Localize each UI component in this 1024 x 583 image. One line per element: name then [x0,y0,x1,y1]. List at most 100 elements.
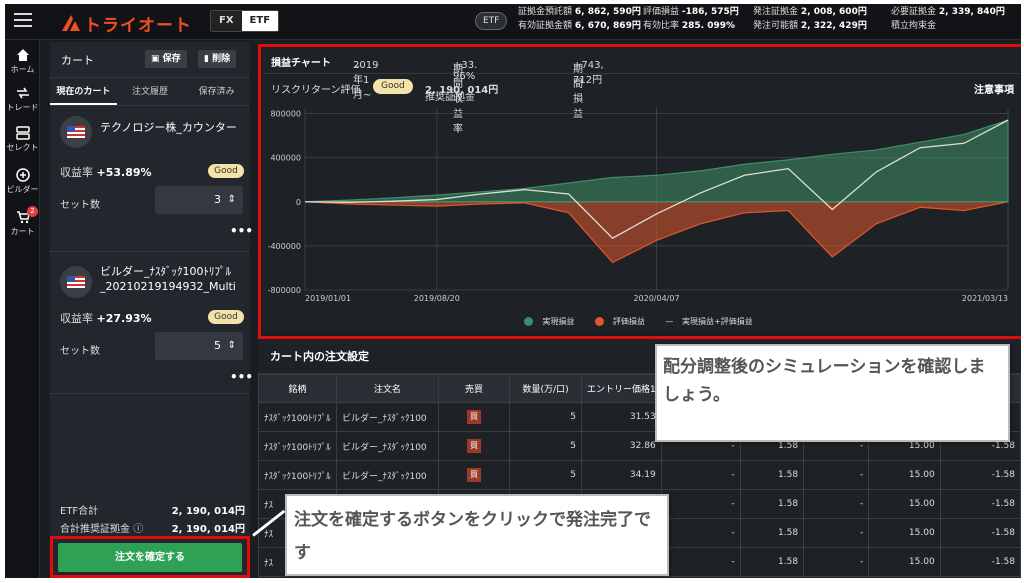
market-switch: FX ETF [210,10,280,32]
cart-item: ビルダー_ﾅｽﾀﾞｯｸ100ﾄﾘﾌﾟﾙ _20210219194932_Multi… [50,252,253,394]
good-badge: Good [208,310,244,324]
stat-value: 2, 322, 429円 [800,21,867,31]
rate-value: +27.93% [96,312,152,325]
save-button[interactable]: ▣ 保存 [145,50,187,68]
stat-item: 有効証拠金額 6, 670, 869円 [518,19,643,33]
buy-badge: 買 [467,468,482,482]
stat-item: 証拠金預託額 6, 862, 590円 [518,5,643,19]
table-cell: 32.86 [580,431,662,461]
nav-label: トレード [6,103,39,112]
app-window: トライオート FX ETF ETF 証拠金預託額 6, 862, 590円 評価… [5,4,1021,578]
table-cell: 買 [437,431,511,461]
cart-header: カート ▣ 保存 ▮ 削除 [50,42,250,78]
table-cell: 1.58 [739,547,805,577]
tab-current-cart[interactable]: 現在のカート [50,78,117,105]
table-cell: ビルダー_ﾅｽﾀﾞｯｸ100 [335,460,439,490]
delete-label: 削除 [212,54,231,64]
table-cell: 買 [437,460,511,490]
etf-total-value: 2, 190, 014円 [171,506,245,517]
stat-value: -186, 575円 [681,7,739,17]
builder-icon [15,168,30,182]
etf-tab[interactable]: ETF [241,11,279,31]
table-cell: - [660,460,741,490]
table-cell: ビルダー_ﾅｽﾀﾞｯｸ100 [335,402,439,432]
table-cell: -1.58 [939,518,1021,548]
nav-trade[interactable]: トレード [5,86,40,113]
margin-value: 2, 190, 014円 [171,524,245,535]
margin-row: 合計推奨証拠金 ⓘ 2, 190, 014円 [60,520,245,535]
table-cell: -1.58 [939,489,1021,519]
menu-icon[interactable] [14,13,32,29]
home-icon [16,49,29,61]
order-title: カート内の注文設定 [270,350,369,363]
etf-badge: ETF [475,12,508,30]
logo-text: トライオート [84,15,192,36]
cart-count-badge: 2 [27,206,38,217]
side-nav: ホーム トレード セレクト ビルダー 2 カート [5,40,40,578]
table-cell: -1.58 [939,547,1021,577]
table-cell: 5 [509,402,582,432]
rate-label: 収益率 [60,312,93,325]
trade-icon [16,87,29,99]
stat-item: 発注可能額 2, 322, 429円 [753,19,891,33]
table-cell: 15.00 [868,518,941,548]
column-header: 売買 [437,374,511,403]
fx-tab[interactable]: FX [211,11,242,31]
stat-label: 証拠金預託額 [518,7,573,17]
table-cell: - [660,547,741,577]
table-cell: 15.00 [868,460,941,490]
info-icon[interactable]: ⓘ [133,524,143,535]
set-label: セット数 [60,200,100,211]
stat-label: 有効比率 [643,21,680,31]
etf-total-label: ETF合計 [60,506,99,517]
set-label: セット数 [60,346,100,357]
table-cell: - [803,460,870,490]
column-header: 銘柄 [258,374,337,403]
top-bar: トライオート FX ETF ETF 証拠金預託額 6, 862, 590円 評価… [5,4,1021,40]
nav-cart[interactable]: 2 カート [5,206,40,237]
more-icon[interactable]: ••• [230,224,253,238]
more-icon[interactable]: ••• [230,370,253,384]
column-header: 注文名 [335,374,439,403]
tab-saved[interactable]: 保存済み [183,78,250,105]
cart-item-name-line1: ビルダー_ﾅｽﾀﾞｯｸ100ﾄﾘﾌﾟﾙ [100,265,231,278]
set-stepper[interactable]: 3 [155,186,243,214]
stat-item: 発注証拠金 2, 008, 600円 [753,5,891,19]
tab-order-history[interactable]: 注文履歴 [117,78,184,105]
table-cell: 1.58 [739,489,805,519]
nav-select[interactable]: セレクト [5,126,40,153]
stat-value: 6, 862, 590円 [574,7,641,17]
nav-builder[interactable]: ビルダー [5,168,40,195]
table-cell: -1.58 [939,460,1021,490]
table-cell: 5 [509,431,582,461]
select-icon [15,126,30,140]
profit-rate: 収益率 +27.93% [60,310,152,326]
us-flag-icon [60,116,92,148]
stat-item: 有効比率 285. 099% [643,19,753,33]
stat-label: 積立拘束金 [891,21,937,31]
stat-value: 2, 339, 840円 [938,7,1005,17]
cart-item-name-line2: _20210219194932_Multi [100,280,236,293]
table-cell: 15.00 [868,547,941,577]
brand-logo[interactable]: トライオート [60,12,192,36]
set-stepper[interactable]: 5 [155,332,243,360]
stat-label: 有効証拠金額 [518,21,573,31]
table-cell: ﾅｽﾀﾞｯｸ100ﾄﾘﾌﾟﾙ [258,402,337,432]
table-cell: ﾅｽﾀﾞｯｸ100ﾄﾘﾌﾟﾙ [258,460,337,490]
table-row[interactable]: ﾅｽﾀﾞｯｸ100ﾄﾘﾌﾟﾙ ビルダー_ﾅｽﾀﾞｯｸ100 買 5 34.19-1.58… [258,460,1021,490]
save-label: 保存 [162,54,181,64]
buy-badge: 買 [467,410,482,424]
table-cell: ビルダー_ﾅｽﾀﾞｯｸ100 [335,431,439,461]
good-badge: Good [208,164,244,178]
margin-label-wrap: 合計推奨証拠金 ⓘ [60,520,143,535]
stat-item: 評価損益 -186, 575円 [643,5,753,19]
nav-label: ホーム [10,65,35,74]
nav-home[interactable]: ホーム [5,48,40,75]
rate-value: +53.89% [96,166,152,179]
nav-label: カート [10,227,35,236]
delete-button[interactable]: ▮ 削除 [198,50,237,68]
confirm-highlight-box [50,536,250,578]
table-cell: 15.00 [868,489,941,519]
nav-label: セレクト [6,143,39,152]
table-cell: - [803,547,870,577]
